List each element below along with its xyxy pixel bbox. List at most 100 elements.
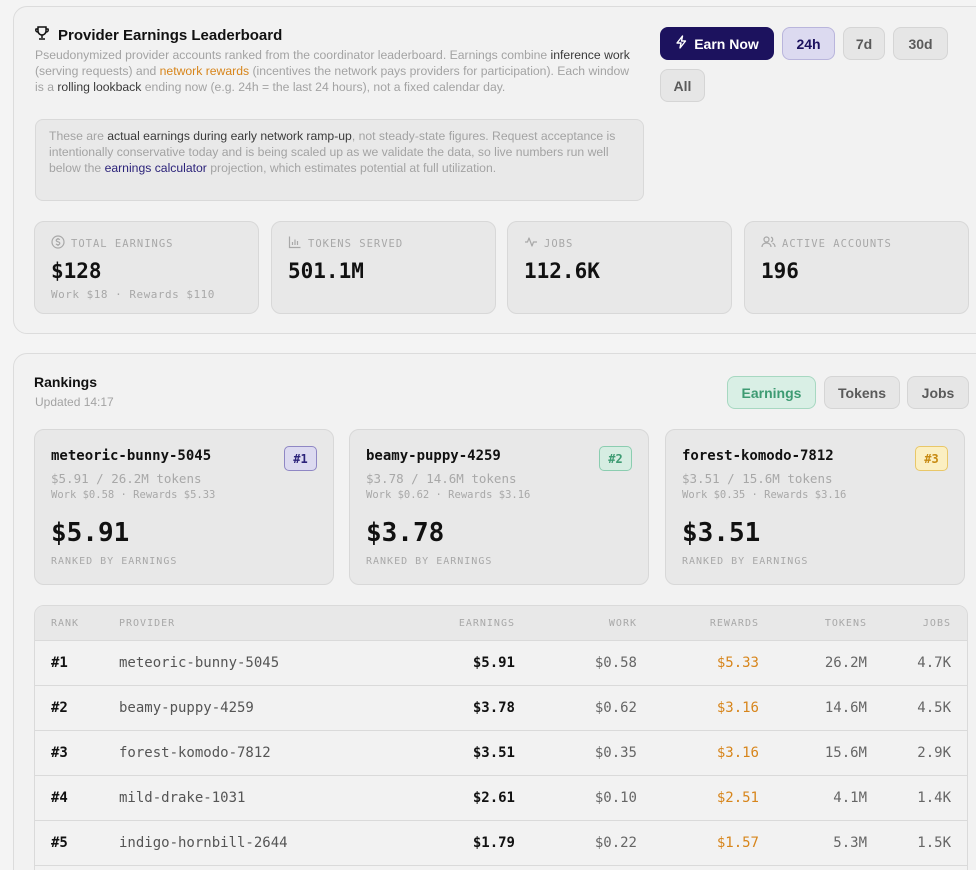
cell-work: $0.10	[594, 790, 637, 806]
sort-jobs-tab[interactable]: Jobs	[907, 376, 969, 409]
dollar-icon	[51, 235, 65, 252]
cell-rewards: $1.57	[716, 835, 759, 851]
rolling-lookback-term: rolling lookback	[57, 80, 142, 94]
stat-value: 196	[761, 259, 799, 283]
cell-tokens: 5.3M	[833, 835, 867, 851]
stat-jobs: JOBS 112.6K	[507, 221, 732, 314]
note-text: projection, which estimates potential at…	[206, 161, 497, 175]
table-row[interactable]: #2 beamy-puppy-4259 $3.78 $0.62 $3.16 14…	[35, 686, 967, 731]
activity-icon	[524, 235, 538, 252]
earn-now-button[interactable]: Earn Now	[660, 27, 774, 60]
stat-label: JOBS	[524, 235, 573, 252]
cell-tokens: 15.6M	[824, 745, 867, 761]
cell-rank: #5	[51, 835, 68, 851]
cell-work: $0.22	[594, 835, 637, 851]
col-provider[interactable]: PROVIDER	[119, 618, 175, 629]
podium-value: $3.78	[366, 518, 445, 548]
rank-badge: #3	[915, 446, 948, 471]
stat-label-text: TOTAL EARNINGS	[71, 237, 174, 250]
podium-provider-name: meteoric-bunny-5045	[51, 448, 212, 464]
stat-label-text: TOKENS SERVED	[308, 237, 404, 250]
podium-card-3[interactable]: forest-komodo-7812 #3 $3.51 / 15.6M toke…	[665, 429, 965, 585]
stat-value: 112.6K	[524, 259, 600, 283]
cell-rewards: $2.51	[716, 790, 759, 806]
podium-ranked-by: RANKED BY EARNINGS	[682, 556, 809, 567]
sort-tokens-tab[interactable]: Tokens	[824, 376, 900, 409]
cell-jobs: 1.4K	[917, 790, 951, 806]
stat-label-text: JOBS	[544, 237, 574, 250]
cell-rewards: $5.33	[716, 655, 759, 671]
col-jobs[interactable]: JOBS	[923, 618, 951, 629]
window-30d-button[interactable]: 30d	[893, 27, 948, 60]
stat-sub: Work $18 · Rewards $110	[51, 288, 215, 301]
cell-earnings: $3.78	[472, 700, 515, 716]
network-rewards-term: network rewards	[159, 64, 250, 78]
podium-provider-name: forest-komodo-7812	[682, 448, 834, 464]
col-work[interactable]: WORK	[609, 618, 637, 629]
table-row[interactable]: #5 indigo-hornbill-2644 $1.79 $0.22 $1.5…	[35, 821, 967, 866]
title-row: Provider Earnings Leaderboard	[34, 25, 282, 46]
table-header: RANK PROVIDER EARNINGS WORK REWARDS TOKE…	[35, 606, 967, 641]
cell-tokens: 26.2M	[824, 655, 867, 671]
cell-rank: #4	[51, 790, 68, 806]
podium-breakdown: Work $0.58 · Rewards $5.33	[51, 489, 216, 501]
cell-rewards: $3.16	[716, 700, 759, 716]
window-24h-button[interactable]: 24h	[782, 27, 835, 60]
cell-tokens: 14.6M	[824, 700, 867, 716]
podium-breakdown: Work $0.62 · Rewards $3.16	[366, 489, 531, 501]
description-text: Pseudonymized provider accounts ranked f…	[35, 48, 551, 62]
podium-ranked-by: RANKED BY EARNINGS	[366, 556, 493, 567]
rankings-updated: Updated 14:17	[35, 395, 114, 409]
cell-jobs: 2.9K	[917, 745, 951, 761]
table-row[interactable]: #1 meteoric-bunny-5045 $5.91 $0.58 $5.33…	[35, 641, 967, 686]
cell-earnings: $2.61	[472, 790, 515, 806]
earn-now-label: Earn Now	[694, 35, 759, 52]
stat-active-accounts: ACTIVE ACCOUNTS 196	[744, 221, 969, 314]
col-earnings[interactable]: EARNINGS	[459, 618, 515, 629]
stat-label-text: ACTIVE ACCOUNTS	[782, 237, 892, 250]
stat-label: TOTAL EARNINGS	[51, 235, 174, 252]
description-text: ending now (e.g. 24h = the last 24 hours…	[141, 80, 506, 94]
podium-breakdown: Work $0.35 · Rewards $3.16	[682, 489, 847, 501]
cell-tokens: 4.1M	[833, 790, 867, 806]
col-tokens[interactable]: TOKENS	[825, 618, 867, 629]
trophy-icon	[34, 25, 50, 46]
podium-card-2[interactable]: beamy-puppy-4259 #2 $3.78 / 14.6M tokens…	[349, 429, 649, 585]
rankings-table: RANK PROVIDER EARNINGS WORK REWARDS TOKE…	[34, 605, 968, 870]
bar-chart-icon	[288, 235, 302, 252]
window-7d-button[interactable]: 7d	[843, 27, 885, 60]
podium-value: $3.51	[682, 518, 761, 548]
cell-rank: #3	[51, 745, 68, 761]
podium-card-1[interactable]: meteoric-bunny-5045 #1 $5.91 / 26.2M tok…	[34, 429, 334, 585]
podium-provider-name: beamy-puppy-4259	[366, 448, 501, 464]
col-rewards[interactable]: REWARDS	[710, 618, 759, 629]
col-rank[interactable]: RANK	[51, 618, 79, 629]
stat-value: $128	[51, 259, 102, 283]
page-title: Provider Earnings Leaderboard	[58, 27, 283, 44]
table-row[interactable]: #4 mild-drake-1031 $2.61 $0.10 $2.51 4.1…	[35, 776, 967, 821]
sort-earnings-tab[interactable]: Earnings	[727, 376, 816, 409]
cell-earnings: $1.79	[472, 835, 515, 851]
cell-work: $0.35	[594, 745, 637, 761]
stat-value: 501.1M	[288, 259, 364, 283]
rankings-title: Rankings	[34, 374, 98, 390]
cell-jobs: 4.5K	[917, 700, 951, 716]
cell-provider: beamy-puppy-4259	[119, 700, 254, 716]
cell-jobs: 1.5K	[917, 835, 951, 851]
cell-work: $0.58	[594, 655, 637, 671]
podium-ranked-by: RANKED BY EARNINGS	[51, 556, 178, 567]
cell-work: $0.62	[594, 700, 637, 716]
table-row[interactable]: #3 forest-komodo-7812 $3.51 $0.35 $3.16 …	[35, 731, 967, 776]
earnings-calculator-link[interactable]: earnings calculator	[105, 161, 207, 175]
cell-earnings: $5.91	[472, 655, 515, 671]
ramp-up-note: These are actual earnings during early n…	[35, 119, 644, 201]
description: Pseudonymized provider accounts ranked f…	[35, 47, 635, 95]
cell-provider: forest-komodo-7812	[119, 745, 271, 761]
cell-rank: #2	[51, 700, 68, 716]
window-all-button[interactable]: All	[660, 69, 705, 102]
actual-earnings-term: actual earnings during early network ram…	[107, 129, 352, 143]
podium-value: $5.91	[51, 518, 130, 548]
rank-badge: #1	[284, 446, 317, 471]
stat-total-earnings: TOTAL EARNINGS $128 Work $18 · Rewards $…	[34, 221, 259, 314]
stat-label: ACTIVE ACCOUNTS	[761, 235, 892, 252]
